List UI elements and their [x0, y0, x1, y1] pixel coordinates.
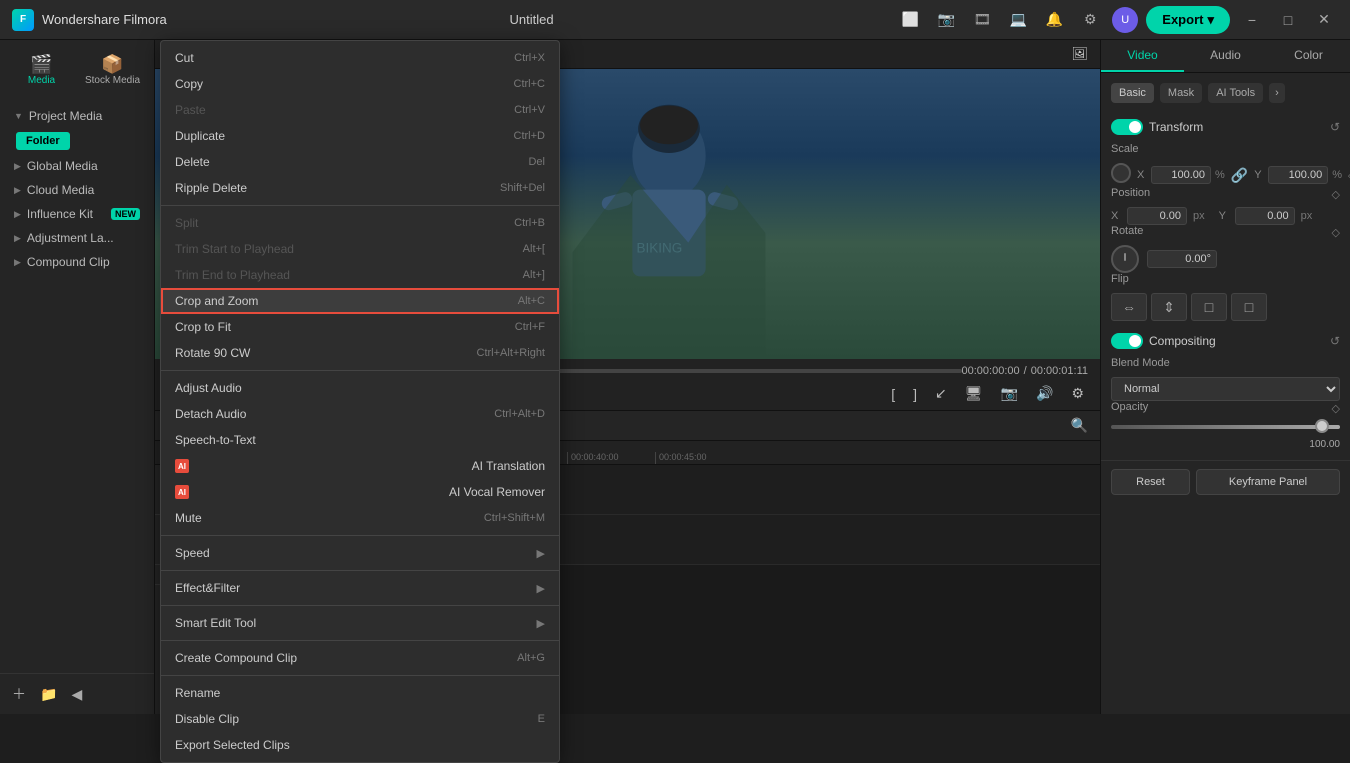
menu-item-adjust-audio[interactable]: Adjust Audio [161, 375, 559, 401]
menu-item-export-selected[interactable]: Export Selected Clips [161, 732, 559, 758]
menu-item-copy[interactable]: Copy Ctrl+C [161, 71, 559, 97]
menu-item-ai-translation[interactable]: AI AI Translation [161, 453, 559, 479]
menu-item-cut[interactable]: Cut Ctrl+X [161, 45, 559, 71]
menu-item-ai-vocal[interactable]: AI AI Vocal Remover [161, 479, 559, 505]
title-bar: F Wondershare Filmora Untitled ⬜ 📷 🎞 💻 🔔… [0, 0, 1350, 40]
menu-item-rename[interactable]: Rename [161, 680, 559, 706]
title-bar-left: F Wondershare Filmora [12, 9, 167, 31]
ai-badge-vocal: AI [175, 485, 189, 499]
avatar[interactable]: U [1112, 7, 1138, 33]
maximize-button[interactable]: □ [1274, 6, 1302, 34]
menu-item-compound-clip[interactable]: Create Compound Clip Alt+G [161, 645, 559, 671]
context-menu: Cut Ctrl+X Copy Ctrl+C Paste Ctrl+V Dupl… [160, 40, 560, 763]
menu-item-split[interactable]: Split Ctrl+B [161, 210, 559, 236]
menu-item-ripple-delete[interactable]: Ripple Delete Shift+Del [161, 175, 559, 201]
title-bar-right: ⬜ 📷 🎞 💻 🔔 ⚙ U Export ▾ − □ ✕ [896, 6, 1338, 34]
smart-edit-arrow-icon: ▶ [537, 617, 545, 630]
window-title: Untitled [509, 12, 553, 27]
menu-sep-3 [161, 535, 559, 536]
toolbar-icon-5[interactable]: 🔔 [1040, 6, 1068, 34]
app-logo: F [12, 9, 34, 31]
close-button[interactable]: ✕ [1310, 6, 1338, 34]
app-name: Wondershare Filmora [42, 12, 167, 27]
export-button[interactable]: Export ▾ [1146, 6, 1230, 34]
menu-item-crop-zoom[interactable]: Crop and Zoom Alt+C [161, 288, 559, 314]
menu-sep-5 [161, 605, 559, 606]
menu-item-speech-to-text[interactable]: Speech-to-Text [161, 427, 559, 453]
effect-arrow-icon: ▶ [537, 582, 545, 595]
menu-item-effect-filter[interactable]: Effect&Filter ▶ [161, 575, 559, 601]
toolbar-icon-2[interactable]: 📷 [932, 6, 960, 34]
ai-badge-translation: AI [175, 459, 189, 473]
toolbar-icon-4[interactable]: 💻 [1004, 6, 1032, 34]
menu-item-trim-end[interactable]: Trim End to Playhead Alt+] [161, 262, 559, 288]
menu-item-trim-start[interactable]: Trim Start to Playhead Alt+[ [161, 236, 559, 262]
toolbar-icon-6[interactable]: ⚙ [1076, 6, 1104, 34]
menu-sep-1 [161, 205, 559, 206]
menu-item-mute[interactable]: Mute Ctrl+Shift+M [161, 505, 559, 531]
menu-item-paste[interactable]: Paste Ctrl+V [161, 97, 559, 123]
context-menu-overlay[interactable]: Cut Ctrl+X Copy Ctrl+C Paste Ctrl+V Dupl… [0, 40, 1350, 714]
menu-sep-4 [161, 570, 559, 571]
minimize-button[interactable]: − [1238, 6, 1266, 34]
menu-item-detach-audio[interactable]: Detach Audio Ctrl+Alt+D [161, 401, 559, 427]
speed-arrow-icon: ▶ [537, 547, 545, 560]
menu-item-smart-edit[interactable]: Smart Edit Tool ▶ [161, 610, 559, 636]
menu-item-duplicate[interactable]: Duplicate Ctrl+D [161, 123, 559, 149]
menu-item-delete[interactable]: Delete Del [161, 149, 559, 175]
toolbar-icon-1[interactable]: ⬜ [896, 6, 924, 34]
menu-item-disable-clip[interactable]: Disable Clip E [161, 706, 559, 732]
menu-sep-7 [161, 675, 559, 676]
menu-item-speed[interactable]: Speed ▶ [161, 540, 559, 566]
menu-item-crop-fit[interactable]: Crop to Fit Ctrl+F [161, 314, 559, 340]
menu-sep-2 [161, 370, 559, 371]
toolbar-icon-3[interactable]: 🎞 [968, 6, 996, 34]
menu-sep-6 [161, 640, 559, 641]
menu-item-rotate[interactable]: Rotate 90 CW Ctrl+Alt+Right [161, 340, 559, 366]
